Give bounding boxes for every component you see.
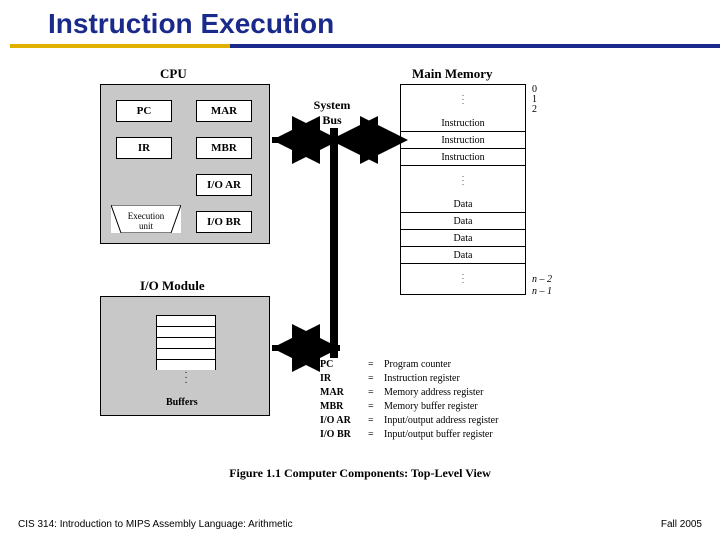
pc-register: PC (116, 100, 172, 122)
mem-row-data: Data (401, 196, 525, 213)
mem-row-data: Data (401, 213, 525, 230)
legend-row: IR=Instruction register (320, 372, 498, 386)
mem-idx-2: 2 (532, 104, 537, 115)
footer-right: Fall 2005 (661, 519, 702, 530)
mem-row-instruction: Instruction (401, 115, 525, 132)
mem-row-instruction: Instruction (401, 132, 525, 149)
mbr-register: MBR (196, 137, 252, 159)
footer-left: CIS 314: Introduction to MIPS Assembly L… (18, 519, 293, 530)
main-memory-label: Main Memory (412, 66, 493, 82)
cpu-box: PC MAR IR MBR I/O AR I/O BR Execution un… (100, 84, 270, 244)
buffer-dots: ··· (156, 370, 216, 385)
mem-dots-mid: ··· (401, 166, 525, 196)
mem-row-data: Data (401, 230, 525, 247)
legend-row: MAR=Memory address register (320, 386, 498, 400)
legend-row: PC=Program counter (320, 358, 498, 372)
mem-row-instruction: Instruction (401, 149, 525, 166)
ir-register: IR (116, 137, 172, 159)
figure-caption: Figure 1.1 Computer Components: Top-Leve… (0, 466, 720, 481)
mem-dots-bot: ··· (401, 264, 525, 294)
legend-row: I/O AR=Input/output address register (320, 414, 498, 428)
buffers-label: Buffers (166, 397, 198, 408)
buffer-row (156, 315, 216, 326)
memory-box: ··· Instruction Instruction Instruction … (400, 84, 526, 295)
mem-row-data: Data (401, 247, 525, 264)
legend-row: MBR=Memory buffer register (320, 400, 498, 414)
execution-unit-label: Execution unit (111, 211, 181, 231)
buffer-stack: ··· (156, 315, 216, 385)
buffer-row (156, 326, 216, 337)
io-module-label: I/O Module (140, 278, 205, 294)
slide-title: Instruction Execution (0, 0, 720, 44)
buffer-row (156, 337, 216, 348)
iobr-register: I/O BR (196, 211, 252, 233)
execution-unit: Execution unit (111, 205, 181, 233)
diagram-stage: CPU PC MAR IR MBR I/O AR I/O BR Executio… (0, 48, 720, 498)
legend-row: I/O BR=Input/output buffer register (320, 428, 498, 442)
mem-idx-n1: n – 1 (532, 286, 552, 297)
ioar-register: I/O AR (196, 174, 252, 196)
buffer-row (156, 348, 216, 359)
io-module-box: ··· Buffers (100, 296, 270, 416)
mem-idx-n2: n – 2 (532, 274, 552, 285)
mem-dots-top: ··· (401, 85, 525, 115)
cpu-label: CPU (160, 66, 187, 82)
mar-register: MAR (196, 100, 252, 122)
system-bus-label: System Bus (302, 98, 362, 128)
legend: PC=Program counter IR=Instruction regist… (320, 358, 498, 442)
